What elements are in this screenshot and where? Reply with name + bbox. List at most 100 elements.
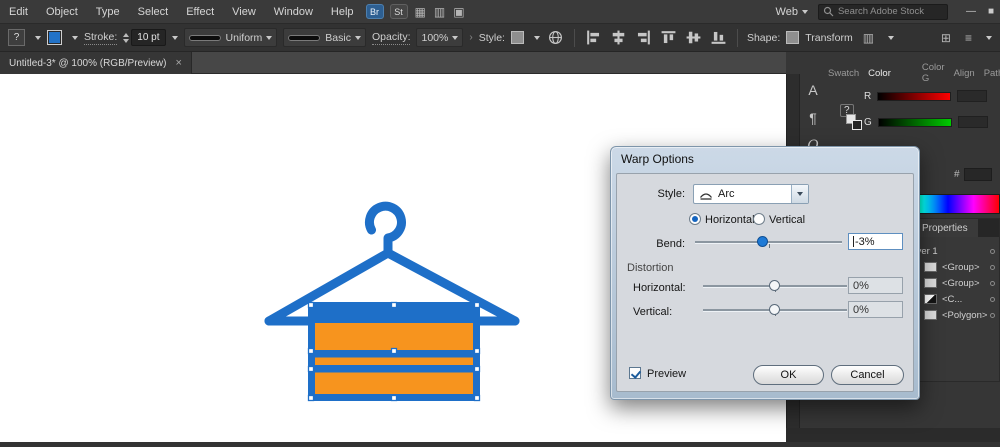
chevron-down-icon[interactable] bbox=[986, 36, 992, 40]
layer-thumbnail[interactable] bbox=[924, 278, 937, 288]
document-tab[interactable]: Untitled-3* @ 100% (RGB/Preview) × bbox=[0, 52, 192, 74]
target-circle-icon[interactable] bbox=[990, 313, 995, 318]
target-circle-icon[interactable] bbox=[990, 297, 995, 302]
distortion-vertical-slider[interactable] bbox=[703, 301, 847, 319]
layer-thumbnail[interactable] bbox=[924, 294, 937, 304]
transform-link[interactable]: Transform bbox=[805, 32, 852, 44]
style-value: Arc bbox=[718, 188, 735, 200]
menu-effect[interactable]: Effect bbox=[177, 6, 223, 18]
target-circle-icon[interactable] bbox=[990, 249, 995, 254]
align-left-icon[interactable] bbox=[586, 30, 601, 45]
bend-slider-thumb[interactable] bbox=[757, 236, 768, 247]
opacity-label[interactable]: Opacity: bbox=[372, 31, 411, 45]
align-bottom-icon[interactable] bbox=[711, 30, 726, 45]
fill-color-swatch[interactable] bbox=[47, 30, 62, 45]
menu-window[interactable]: Window bbox=[265, 6, 322, 18]
paragraph-panel-icon[interactable]: ¶ bbox=[802, 110, 824, 130]
hex-input[interactable] bbox=[964, 168, 992, 181]
opacity-dropdown[interactable]: 100% bbox=[416, 28, 463, 47]
stroke-proxy-swatch[interactable] bbox=[852, 120, 862, 130]
distortion-vertical-thumb[interactable] bbox=[769, 304, 780, 315]
stroke-profile-preview-icon bbox=[189, 35, 221, 41]
isolate-selection-icon[interactable]: ▥ bbox=[863, 31, 874, 45]
shape-properties-icon[interactable] bbox=[786, 31, 799, 44]
tab-swatches[interactable]: Swatch bbox=[828, 68, 859, 79]
stock-button[interactable]: St bbox=[390, 4, 408, 19]
bridge-button[interactable]: Br bbox=[366, 4, 384, 19]
workspace-switcher[interactable]: Web bbox=[776, 6, 808, 18]
document-title: Untitled-3* @ 100% (RGB/Preview) bbox=[9, 58, 166, 69]
bend-input[interactable]: -3% bbox=[848, 233, 903, 250]
document-layout-icon[interactable]: ▥ bbox=[434, 5, 445, 19]
dropdown-arrow-button[interactable] bbox=[791, 185, 808, 203]
menu-object[interactable]: Object bbox=[37, 6, 87, 18]
tab-pathfinder[interactable]: Pathfin bbox=[984, 68, 1000, 79]
document-setup-globe-icon[interactable] bbox=[548, 30, 563, 45]
width-profile-value: Uniform bbox=[226, 32, 263, 44]
panel-options-icon[interactable]: ≡ bbox=[965, 31, 972, 45]
stroke-weight-field[interactable]: 10 pt bbox=[131, 29, 165, 46]
target-circle-icon[interactable] bbox=[990, 281, 995, 286]
layer-thumbnail[interactable] bbox=[924, 262, 937, 272]
ok-button[interactable]: OK bbox=[753, 365, 824, 385]
distortion-vertical-input[interactable]: 0% bbox=[848, 301, 903, 318]
layer-thumbnail[interactable] bbox=[924, 310, 937, 320]
red-value-field[interactable] bbox=[957, 90, 987, 102]
target-circle-icon[interactable] bbox=[990, 265, 995, 270]
distortion-horizontal-input[interactable]: 0% bbox=[848, 277, 903, 294]
menu-help[interactable]: Help bbox=[322, 6, 363, 18]
arrange-documents-icon[interactable]: ▦ bbox=[415, 5, 426, 19]
vertical-radio[interactable] bbox=[753, 213, 765, 225]
menu-type[interactable]: Type bbox=[87, 6, 129, 18]
cancel-button[interactable]: Cancel bbox=[831, 365, 904, 385]
dialog-title[interactable]: Warp Options bbox=[611, 147, 919, 172]
expand-arrow-icon[interactable]: › bbox=[469, 32, 472, 43]
brush-value: Basic bbox=[325, 32, 351, 44]
align-right-icon[interactable] bbox=[636, 30, 651, 45]
width-profile-dropdown[interactable]: Uniform bbox=[184, 28, 278, 47]
bend-slider[interactable] bbox=[695, 233, 842, 251]
menu-view[interactable]: View bbox=[223, 6, 265, 18]
stepper-arrows[interactable] bbox=[123, 33, 129, 43]
align-middle-vertical-icon[interactable] bbox=[686, 30, 701, 45]
distortion-vertical-label: Vertical: bbox=[633, 306, 672, 318]
red-slider[interactable] bbox=[877, 92, 951, 101]
horizontal-radio-label[interactable]: Horizontal bbox=[705, 214, 755, 226]
menu-edit[interactable]: Edit bbox=[0, 6, 37, 18]
chevron-down-icon[interactable] bbox=[534, 36, 540, 40]
character-panel-icon[interactable]: A bbox=[802, 82, 824, 102]
style-label: Style: bbox=[479, 32, 505, 44]
stroke-label[interactable]: Stroke: bbox=[84, 31, 117, 45]
distortion-horizontal-thumb[interactable] bbox=[769, 280, 780, 291]
chevron-down-icon[interactable] bbox=[35, 36, 41, 40]
tab-color[interactable]: Color bbox=[868, 68, 891, 79]
menu-select[interactable]: Select bbox=[129, 6, 178, 18]
brush-dropdown[interactable]: Basic bbox=[283, 28, 366, 47]
align-center-horizontal-icon[interactable] bbox=[611, 30, 626, 45]
preview-label[interactable]: Preview bbox=[647, 368, 686, 380]
close-tab-icon[interactable]: × bbox=[175, 57, 181, 69]
align-top-icon[interactable] bbox=[661, 30, 676, 45]
stroke-weight-stepper[interactable]: 10 pt bbox=[123, 29, 177, 46]
graphic-style-swatch[interactable] bbox=[511, 31, 524, 44]
tab-align[interactable]: Align bbox=[954, 68, 975, 79]
tab-color-guide[interactable]: Color G bbox=[922, 62, 945, 84]
chevron-down-icon[interactable] bbox=[888, 36, 894, 40]
search-input[interactable]: Search Adobe Stock bbox=[818, 4, 948, 20]
preview-checkbox[interactable] bbox=[629, 367, 641, 379]
green-value-field[interactable] bbox=[958, 116, 988, 128]
chevron-down-icon[interactable] bbox=[172, 36, 178, 40]
no-selection-indicator[interactable]: ? bbox=[8, 29, 25, 46]
chevron-down-icon bbox=[266, 36, 272, 40]
vertical-radio-label[interactable]: Vertical bbox=[769, 214, 805, 226]
gpu-performance-icon[interactable]: ▣ bbox=[453, 5, 464, 19]
distortion-horizontal-slider[interactable] bbox=[703, 277, 847, 295]
application-grid-icon[interactable]: ⊞ bbox=[941, 31, 951, 45]
green-slider[interactable] bbox=[878, 118, 952, 127]
chevron-down-icon[interactable] bbox=[72, 36, 78, 40]
warp-style-dropdown[interactable]: Arc bbox=[693, 184, 809, 204]
horizontal-radio[interactable] bbox=[689, 213, 701, 225]
minimize-button[interactable]: — bbox=[966, 6, 976, 17]
tab-properties[interactable]: Properties bbox=[912, 219, 978, 237]
maximize-button[interactable]: ■ bbox=[988, 6, 994, 17]
